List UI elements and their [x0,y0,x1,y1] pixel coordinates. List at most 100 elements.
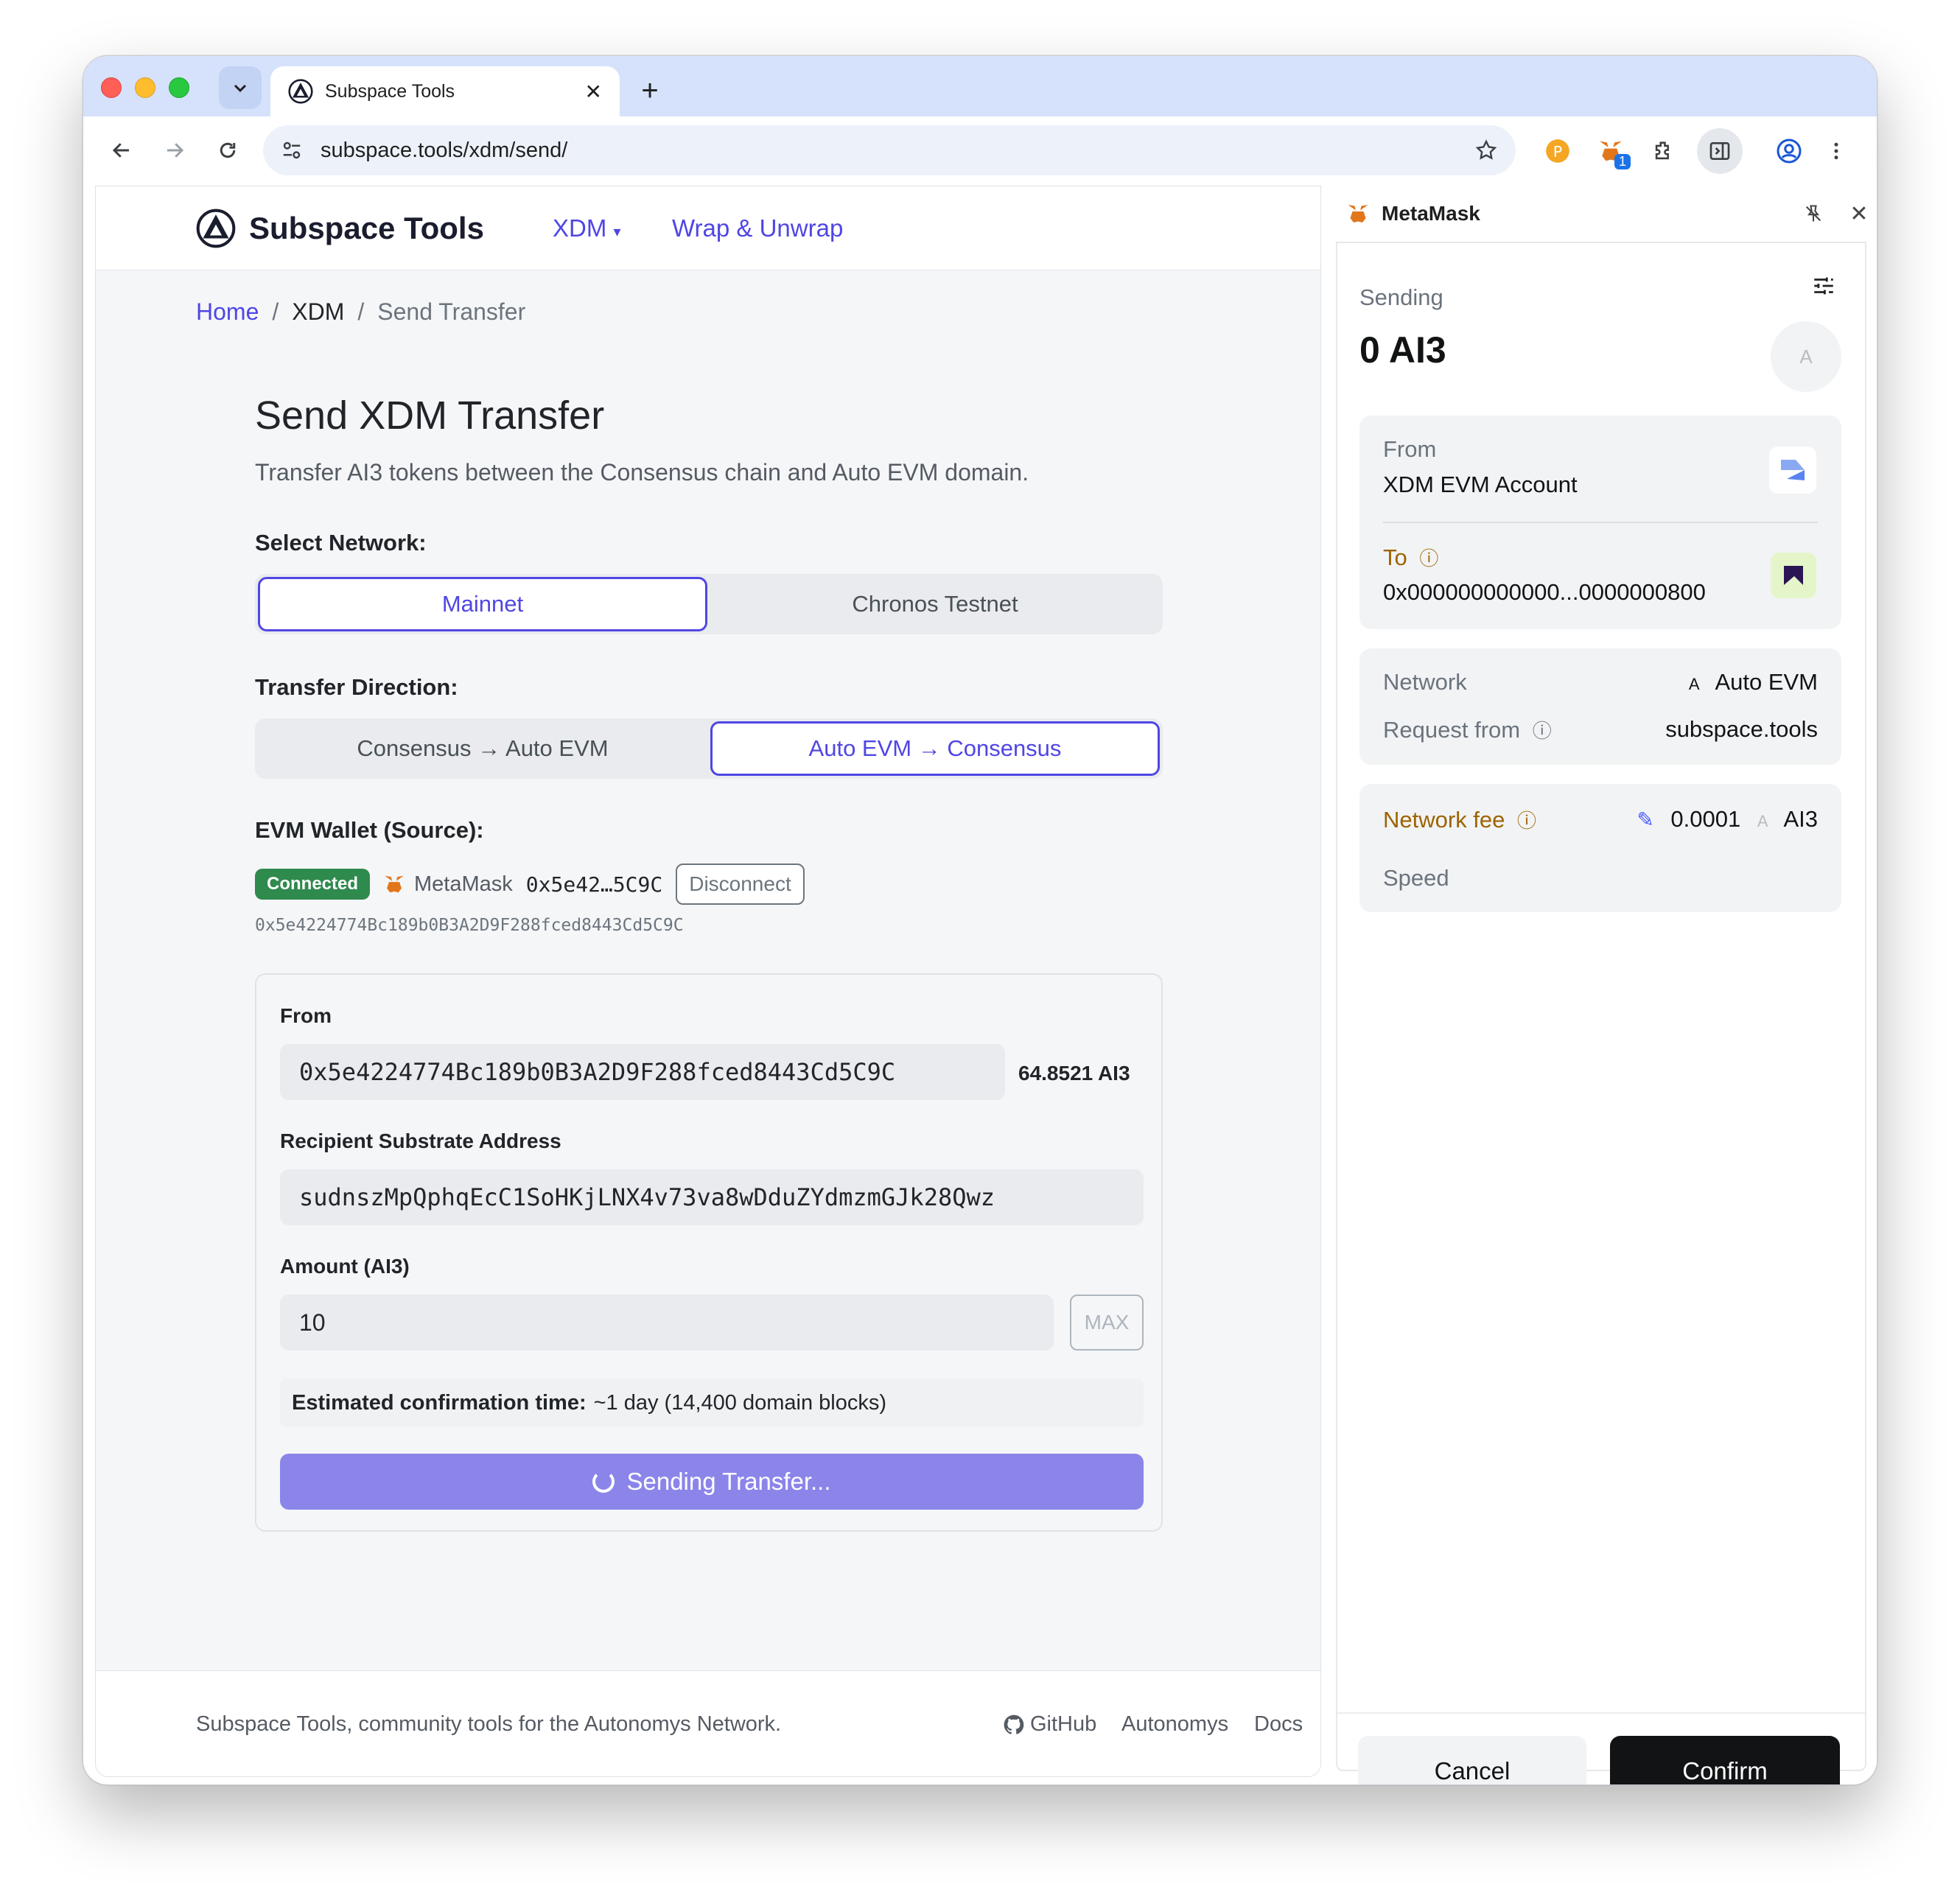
help-icon[interactable]: ⓘ [1533,720,1552,742]
side-panel-toggle-icon[interactable] [1697,128,1743,174]
footer-divider [1337,1712,1865,1714]
edit-pencil-icon[interactable]: ✎ [1637,808,1653,831]
back-button[interactable] [102,131,141,169]
from-to-box: From XDM EVM Account To ⓘ 0x000000000000… [1359,416,1841,629]
caret-down-icon: ▾ [613,224,621,240]
network-value: A Auto EVM [1689,669,1818,696]
network-option-mainnet[interactable]: Mainnet [258,577,707,631]
direction-option-consensus-to-evm[interactable]: Consensus → Auto EVM [258,721,707,776]
reload-icon [220,142,236,158]
page-description: Transfer AI3 tokens between the Consensu… [255,459,1029,486]
subspace-logo-icon [288,79,313,104]
direction-option-evm-to-consensus[interactable]: Auto EVM → Consensus [710,721,1160,776]
extension-coin-icon[interactable]: P [1538,131,1578,171]
send-transfer-label: Sending Transfer... [626,1468,831,1495]
browser-menu-icon[interactable] [1816,131,1856,171]
footer-github-link[interactable]: GitHub [1002,1712,1096,1737]
breadcrumb-current: Send Transfer [377,298,526,325]
request-origin: subspace.tools [1665,716,1818,742]
estimate-box: Estimated confirmation time: ~1 day (14,… [280,1379,1144,1427]
spinner-icon [592,1471,615,1493]
browser-toolbar: subspace.tools/xdm/send/ P 1 [83,116,1877,186]
site-footer: Subspace Tools, community tools for the … [96,1670,1320,1776]
confirm-button[interactable]: Confirm [1610,1736,1840,1784]
nav-wrap-unwrap[interactable]: Wrap & Unwrap [672,214,843,242]
github-icon [1004,1714,1024,1734]
minimize-window-button[interactable] [135,77,155,98]
max-button[interactable]: MAX [1070,1295,1144,1351]
reload-button[interactable] [209,131,247,169]
recipient-address-input[interactable]: sudnszMpQphqEcC1SoHKjLNX4v73va8wDduZYdmz… [280,1169,1144,1225]
metamask-fox-icon [1348,205,1368,223]
from-label: From [280,1004,332,1027]
network-label: Select Network: [255,530,427,556]
nav-xdm-label: XDM [553,214,607,242]
wallet-label: EVM Wallet (Source): [255,817,484,843]
breadcrumb: Home / XDM / Send Transfer [196,298,525,326]
tab-title: Subspace Tools [325,80,455,102]
network-fee-label: Network fee ⓘ [1383,806,1536,833]
fee-unit: AI3 [1783,806,1818,832]
site-settings-icon[interactable] [281,139,303,161]
forward-button[interactable] [155,131,194,169]
divider [1383,522,1818,523]
account-identicon [1769,446,1816,494]
star-bookmark-icon[interactable] [1474,139,1498,162]
send-transfer-button[interactable]: Sending Transfer... [280,1454,1144,1510]
address-bar[interactable]: subspace.tools/xdm/send/ [263,125,1516,175]
unpin-icon[interactable] [1799,199,1828,228]
recipient-identicon [1771,553,1816,598]
direction-label: Transfer Direction: [255,674,458,700]
sending-amount: 0 AI3 [1359,329,1446,371]
fee-amount: 0.0001 [1670,806,1741,832]
disconnect-button[interactable]: Disconnect [676,864,805,905]
breadcrumb-xdm[interactable]: XDM [292,298,344,326]
wallet-short-address: 0x5e42…5C9C [525,872,663,897]
tab-active[interactable]: Subspace Tools ✕ [270,66,620,116]
metamask-panel-header: MetaMask ✕ [1336,186,1877,242]
network-fee-value: ✎ 0.0001 A AI3 [1637,806,1818,833]
cancel-button[interactable]: Cancel [1358,1736,1586,1784]
metamask-side-panel: MetaMask ✕ Sending 0 AI3 A From XDM EVM … [1336,186,1877,1784]
tab-search-button[interactable] [219,66,262,109]
to-label-text: To [1383,544,1407,570]
request-from-text: Request from [1383,717,1521,743]
footer-docs-link[interactable]: Docs [1254,1712,1303,1737]
from-label: From [1383,436,1437,462]
breadcrumb-home[interactable]: Home [196,298,259,326]
brand[interactable]: Subspace Tools [196,209,484,248]
request-from-label: Request from ⓘ [1383,716,1552,743]
connected-badge: Connected [255,869,371,900]
metamask-fox-icon [385,875,404,893]
extension-badge: 1 [1614,154,1631,169]
extensions-puzzle-icon[interactable] [1644,131,1684,171]
wallet-full-address: 0x5e4224774Bc189b0B3A2D9F288fced8443Cd5C… [255,916,684,935]
to-label: To ⓘ [1383,544,1438,571]
estimate-value: ~1 day (14,400 domain blocks) [593,1390,887,1415]
network-option-chronos[interactable]: Chronos Testnet [710,577,1160,631]
from-account[interactable]: XDM EVM Account [1383,472,1578,498]
new-tab-button[interactable]: + [629,69,671,112]
wallet-status-row: Connected MetaMask 0x5e42…5C9C Disconnec… [255,861,805,907]
footer-autonomys-link[interactable]: Autonomys [1121,1712,1228,1737]
wallet-name: MetaMask [414,872,513,896]
tab-close-icon[interactable]: ✕ [585,80,602,104]
info-icon[interactable]: ⓘ [1419,547,1438,570]
brand-name: Subspace Tools [249,211,484,245]
breadcrumb-separator: / [357,298,365,325]
profile-icon[interactable] [1769,131,1809,171]
info-icon[interactable]: ⓘ [1517,810,1536,832]
browser-window: Subspace Tools ✕ + subspace.tools/xdm/se… [83,55,1877,1785]
maximize-window-button[interactable] [169,77,189,98]
settings-sliders-icon[interactable] [1809,271,1838,301]
recipient-label: Recipient Substrate Address [280,1129,561,1152]
from-address-input[interactable]: 0x5e4224774Bc189b0B3A2D9F288fced8443Cd5C… [280,1044,1005,1100]
nav-xdm-dropdown[interactable]: XDM ▾ [553,214,621,242]
close-window-button[interactable] [101,77,122,98]
amount-input[interactable]: 10 [280,1295,1054,1351]
to-address[interactable]: 0x000000000000...0000000800 [1383,579,1706,606]
close-panel-icon[interactable]: ✕ [1844,199,1874,228]
sending-label: Sending [1359,284,1443,310]
network-letter-icon: A [1688,675,1700,693]
metamask-extension-icon[interactable]: 1 [1591,131,1631,171]
